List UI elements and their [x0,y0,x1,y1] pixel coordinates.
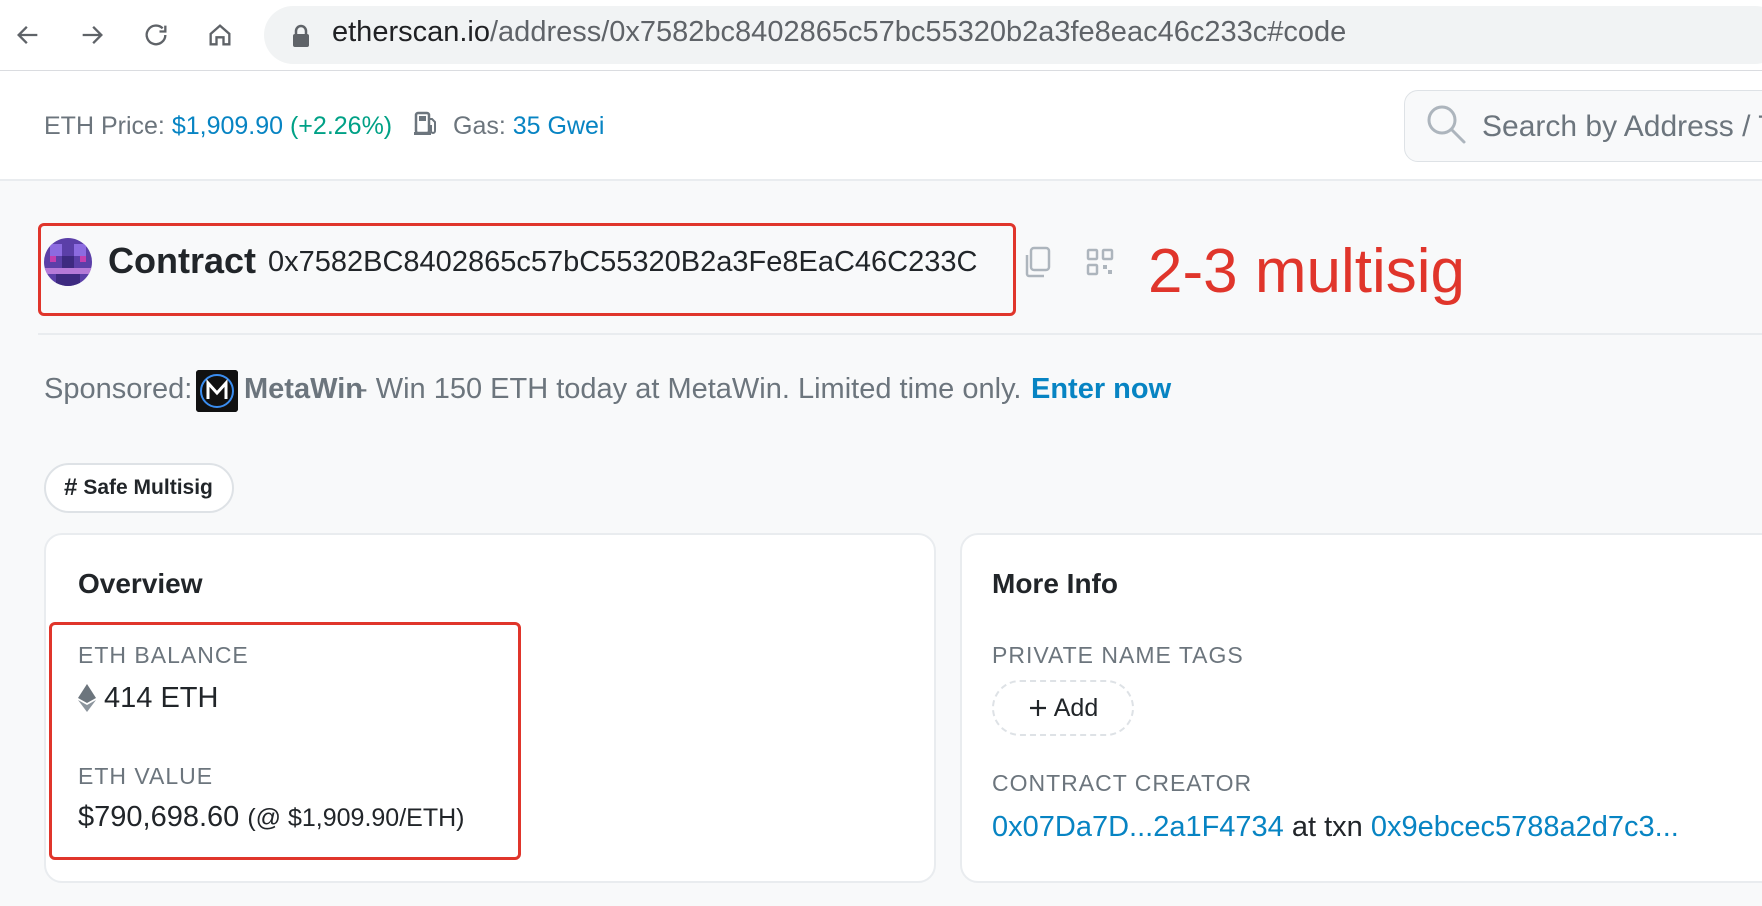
divider [38,333,1762,335]
url-text[interactable]: etherscan.io/address/0x7582bc8402865c57b… [332,16,1346,49]
url-host: etherscan.io [332,16,490,48]
contract-avatar [44,238,92,286]
sponsored-label: Sponsored: [44,373,193,405]
metawin-logo[interactable] [196,370,238,412]
creator-address-link[interactable]: 0x07Da7D...2a1F4734 [992,811,1284,843]
eth-price: ETH Price: $1,909.90 (+2.26%) [44,112,392,141]
plus-icon [1029,700,1046,716]
contract-creator: 0x07Da7D...2a1F4734 at txn 0x9ebcec5788a… [992,811,1679,844]
contract-creator-label: CONTRACT CREATOR [992,770,1253,796]
add-label: Add [1053,693,1099,722]
eth-value-label: ETH VALUE [78,763,214,789]
gas-pump-icon [414,111,436,135]
forward-icon[interactable] [72,15,112,55]
gas-label: Gas: [453,112,506,140]
sponsor-text: - Win 150 ETH today at MetaWin. Limited … [358,373,1022,405]
add-name-tag-button[interactable]: Add [992,680,1134,736]
search-placeholder: Search by Address / T [1482,110,1762,143]
creator-at-text: at txn [1291,811,1363,843]
reload-icon[interactable] [136,15,176,55]
lock-icon [293,24,309,47]
qr-code-icon[interactable] [1086,248,1114,276]
eth-balance-value: 414 ETH [104,682,219,714]
safe-multisig-tag[interactable]: # Safe Multisig [44,463,234,513]
ethereum-icon [78,684,96,712]
creator-txn-link[interactable]: 0x9ebcec5788a2d7c3... [1371,811,1679,843]
private-name-tags-label: PRIVATE NAME TAGS [992,642,1244,668]
overview-title: Overview [78,568,203,599]
back-icon[interactable] [8,15,48,55]
more-info-title: More Info [992,568,1118,599]
eth-price-value[interactable]: $1,909.90 [172,112,283,140]
gas-value[interactable]: 35 Gwei [513,112,605,140]
enter-now-link[interactable]: Enter now [1031,373,1171,406]
eth-value-amount: $790,698.60 [78,801,240,833]
page-title: Contract [108,240,257,281]
contract-address: 0x7582BC8402865c57bC55320B2a3Fe8EaC46C23… [268,246,978,278]
search-icon [1427,105,1466,144]
gas-price: Gas: 35 Gwei [453,112,604,141]
eth-value: $790,698.60 (@ $1,909.90/ETH) [78,801,464,834]
eth-price-label: ETH Price: [44,112,165,140]
sponsor-brand[interactable]: MetaWin [244,373,363,406]
home-icon[interactable] [200,15,240,55]
eth-balance-label: ETH BALANCE [78,642,249,668]
multisig-annotation: 2-3 multisig [1148,237,1465,306]
hash-icon: # [64,474,78,501]
eth-value-rate: (@ $1,909.90/ETH) [247,804,465,832]
tag-label: Safe Multisig [83,476,213,499]
copy-icon[interactable] [1022,246,1052,278]
url-path: /address/0x7582bc8402865c57bc55320b2a3fe… [490,16,1347,48]
eth-price-change: (+2.26%) [289,112,393,140]
